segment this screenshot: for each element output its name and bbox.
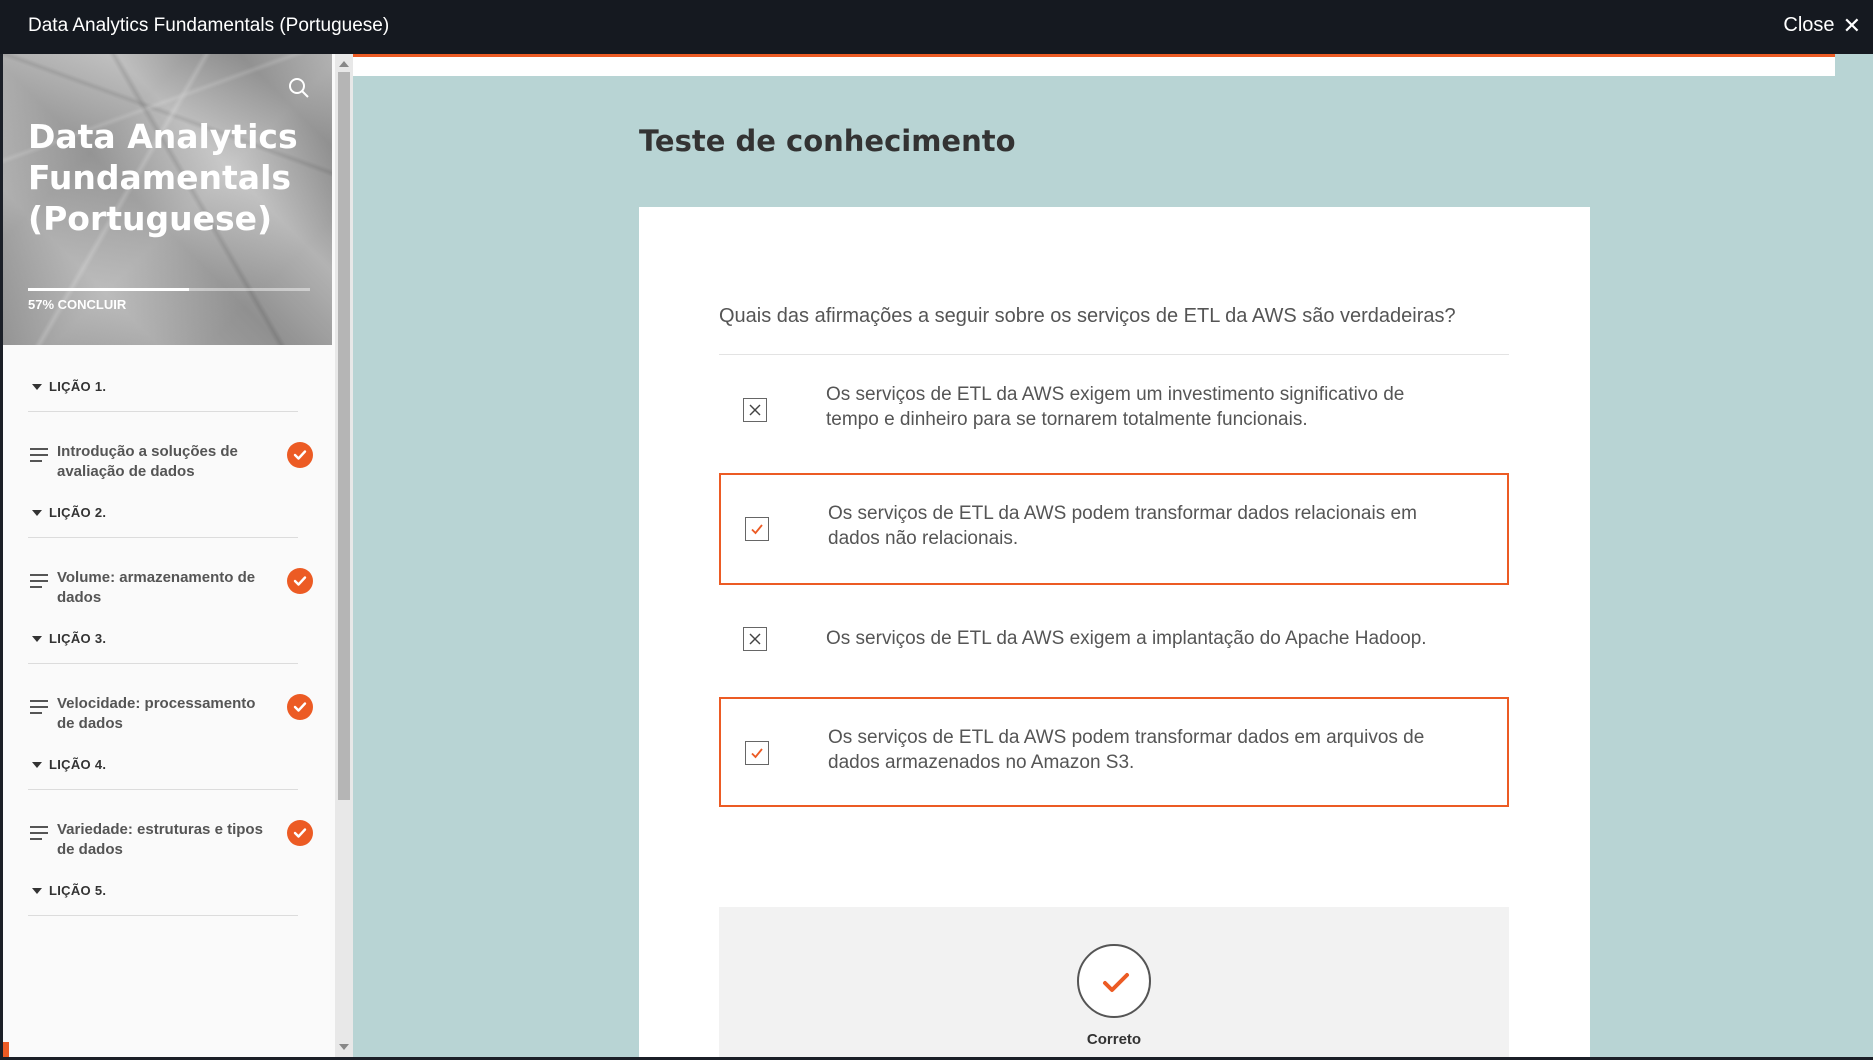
- scrollbar-thumb[interactable]: [338, 72, 350, 800]
- correct-check-icon: [1077, 944, 1151, 1018]
- lesson-header-label: LIÇÃO 4.: [49, 757, 107, 772]
- top-strip: [353, 54, 1835, 76]
- sidebar-scrollbar[interactable]: [335, 54, 353, 1057]
- lesson-header-label: LIÇÃO 3.: [49, 631, 107, 646]
- search-icon[interactable]: [287, 76, 311, 100]
- lesson-header-4[interactable]: LIÇÃO 4.: [28, 723, 298, 790]
- lesson-header-2[interactable]: LIÇÃO 2.: [28, 471, 298, 538]
- scroll-down-icon[interactable]: [339, 1044, 349, 1050]
- lesson-header-label: LIÇÃO 2.: [49, 505, 107, 520]
- caret-down-icon: [32, 384, 42, 390]
- feedback-label: Correto: [1086, 1031, 1142, 1048]
- current-lesson-accent: [3, 1042, 9, 1057]
- answer-option-3[interactable]: Os serviços de ETL da AWS exigem a impla…: [719, 587, 1509, 691]
- lesson-header-label: LIÇÃO 1.: [49, 379, 107, 394]
- option-text: Os serviços de ETL da AWS podem transfor…: [828, 727, 1425, 773]
- checkmark-icon[interactable]: [745, 517, 769, 541]
- question-text: Quais das afirmações a seguir sobre os s…: [719, 305, 1456, 327]
- lesson-lines-icon: [30, 826, 48, 840]
- accent-line: [353, 54, 1835, 57]
- answer-option-2[interactable]: Os serviços de ETL da AWS podem transfor…: [719, 473, 1509, 585]
- completed-check-icon: [287, 694, 313, 720]
- window-title: Data Analytics Fundamentals (Portuguese): [28, 15, 390, 36]
- close-label: Close: [1783, 14, 1835, 36]
- answer-option-4[interactable]: Os serviços de ETL da AWS podem transfor…: [719, 697, 1509, 807]
- page-title: Teste de conhecimento: [639, 124, 1016, 158]
- scroll-up-icon[interactable]: [339, 61, 349, 67]
- course-title: Data Analytics Fundamentals (Portuguese): [28, 117, 298, 238]
- completed-check-icon: [287, 442, 313, 468]
- close-button[interactable]: Close ✕: [1783, 14, 1861, 37]
- option-text: Os serviços de ETL da AWS podem transfor…: [828, 503, 1417, 549]
- x-mark-icon[interactable]: [743, 398, 767, 422]
- lesson-header-1[interactable]: LIÇÃO 1.: [28, 345, 298, 412]
- checkmark-icon[interactable]: [745, 741, 769, 765]
- option-text: Os serviços de ETL da AWS exigem a impla…: [826, 628, 1427, 649]
- title-bar: Data Analytics Fundamentals (Portuguese)…: [0, 0, 1873, 54]
- lesson-lines-icon: [30, 574, 48, 588]
- caret-down-icon: [32, 636, 42, 642]
- lesson-header-5[interactable]: LIÇÃO 5.: [28, 849, 298, 916]
- lesson-header-label: LIÇÃO 5.: [49, 883, 107, 898]
- sidebar: Data Analytics Fundamentals (Portuguese)…: [3, 54, 353, 1057]
- feedback-panel: Correto: [719, 907, 1509, 1057]
- quiz-card: Quais das afirmações a seguir sobre os s…: [639, 207, 1590, 1057]
- caret-down-icon: [32, 510, 42, 516]
- close-icon: ✕: [1842, 12, 1861, 38]
- completed-check-icon: [287, 568, 313, 594]
- main-content: Teste de conhecimento Quais das afirmaçõ…: [353, 54, 1873, 1057]
- caret-down-icon: [32, 762, 42, 768]
- course-hero: Data Analytics Fundamentals (Portuguese)…: [3, 54, 332, 345]
- completed-check-icon: [287, 820, 313, 846]
- progress-fill: [28, 288, 189, 291]
- progress-label: 57% CONCLUIR: [28, 297, 127, 312]
- caret-down-icon: [32, 888, 42, 894]
- lesson-header-3[interactable]: LIÇÃO 3.: [28, 597, 298, 664]
- lesson-lines-icon: [30, 448, 48, 462]
- progress-bar: [28, 288, 310, 291]
- lesson-lines-icon: [30, 700, 48, 714]
- answer-option-1[interactable]: Os serviços de ETL da AWS exigem um inve…: [719, 354, 1509, 466]
- option-text: Os serviços de ETL da AWS exigem um inve…: [826, 384, 1405, 430]
- x-mark-icon[interactable]: [743, 627, 767, 651]
